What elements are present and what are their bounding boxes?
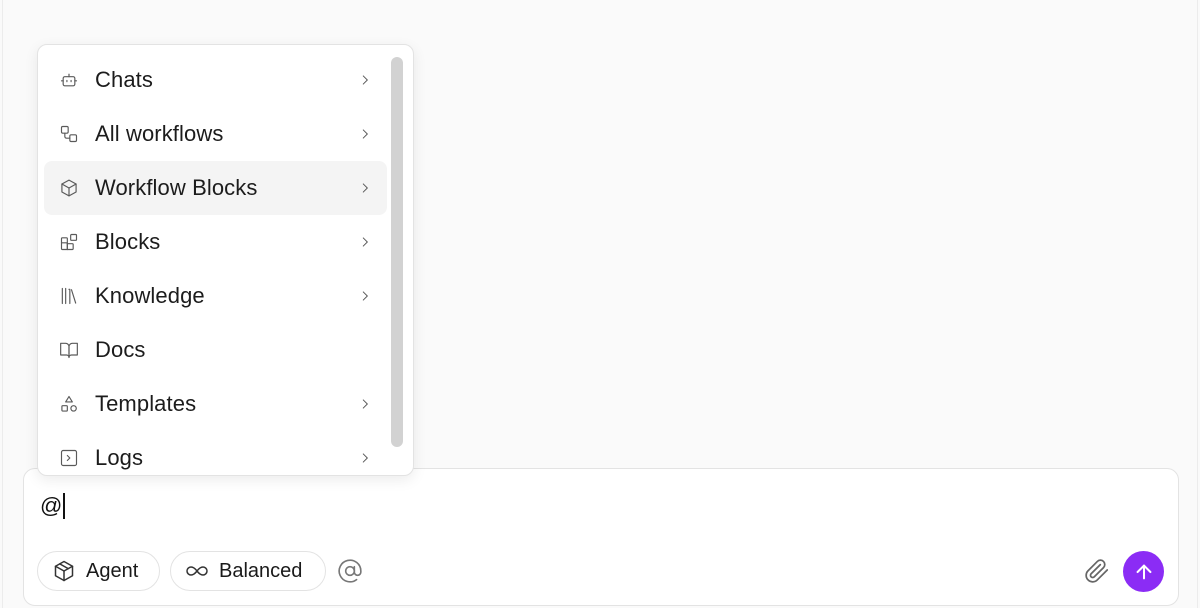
menu-item-knowledge[interactable]: Knowledge — [44, 269, 387, 323]
chevron-right-icon — [357, 234, 373, 250]
workflow-icon — [58, 123, 80, 145]
at-sign-icon — [338, 559, 362, 583]
terminal-square-icon — [58, 447, 80, 469]
menu-item-docs[interactable]: Docs — [44, 323, 387, 377]
book-open-icon — [58, 339, 80, 361]
menu-item-templates[interactable]: Templates — [44, 377, 387, 431]
menu-scrollbar[interactable] — [391, 57, 403, 465]
mention-menu: Chats All workflows Workflow Blocks Bloc… — [37, 44, 414, 476]
library-icon — [58, 285, 80, 307]
chevron-right-icon — [357, 180, 373, 196]
chevron-right-icon — [357, 126, 373, 142]
blocks-icon — [58, 231, 80, 253]
arrow-up-icon — [1136, 564, 1151, 579]
menu-item-logs[interactable]: Logs — [44, 431, 387, 475]
menu-item-blocks[interactable]: Blocks — [44, 215, 387, 269]
mention-menu-list: Chats All workflows Workflow Blocks Bloc… — [44, 53, 387, 475]
infinity-icon — [186, 566, 208, 576]
menu-item-label: Knowledge — [95, 283, 205, 308]
message-input-value: @ — [40, 493, 63, 518]
send-button[interactable] — [1123, 551, 1164, 592]
menu-item-chats[interactable]: Chats — [44, 53, 387, 107]
menu-item-label: Blocks — [95, 229, 161, 254]
message-composer: @ Agent Balanced — [23, 468, 1179, 606]
cube-icon — [58, 177, 80, 199]
agent-mode-label: Agent — [86, 559, 139, 582]
paperclip-icon — [1085, 559, 1109, 583]
chevron-placeholder — [357, 342, 373, 358]
agent-mode-button[interactable]: Agent — [37, 551, 160, 591]
balanced-mode-label: Balanced — [219, 559, 303, 582]
shapes-icon — [58, 393, 80, 415]
bot-icon — [58, 69, 80, 91]
balanced-mode-button[interactable]: Balanced — [170, 551, 326, 591]
package-icon — [54, 560, 74, 582]
menu-item-label: All workflows — [95, 121, 224, 146]
attach-file-button[interactable] — [1082, 555, 1112, 587]
menu-scrollbar-thumb[interactable] — [391, 57, 403, 447]
chevron-right-icon — [357, 450, 373, 466]
chevron-right-icon — [357, 288, 373, 304]
text-caret — [63, 493, 66, 519]
message-input[interactable]: @ — [40, 493, 66, 519]
menu-item-workflow-blocks[interactable]: Workflow Blocks — [44, 161, 387, 215]
menu-item-label: Logs — [95, 445, 144, 470]
menu-item-label: Workflow Blocks — [95, 175, 258, 200]
menu-item-label: Templates — [95, 391, 197, 416]
chevron-right-icon — [357, 72, 373, 88]
menu-item-all-workflows[interactable]: All workflows — [44, 107, 387, 161]
menu-item-label: Chats — [95, 67, 153, 92]
mention-button[interactable] — [336, 557, 364, 585]
menu-item-label: Docs — [95, 337, 146, 362]
chevron-right-icon — [357, 396, 373, 412]
